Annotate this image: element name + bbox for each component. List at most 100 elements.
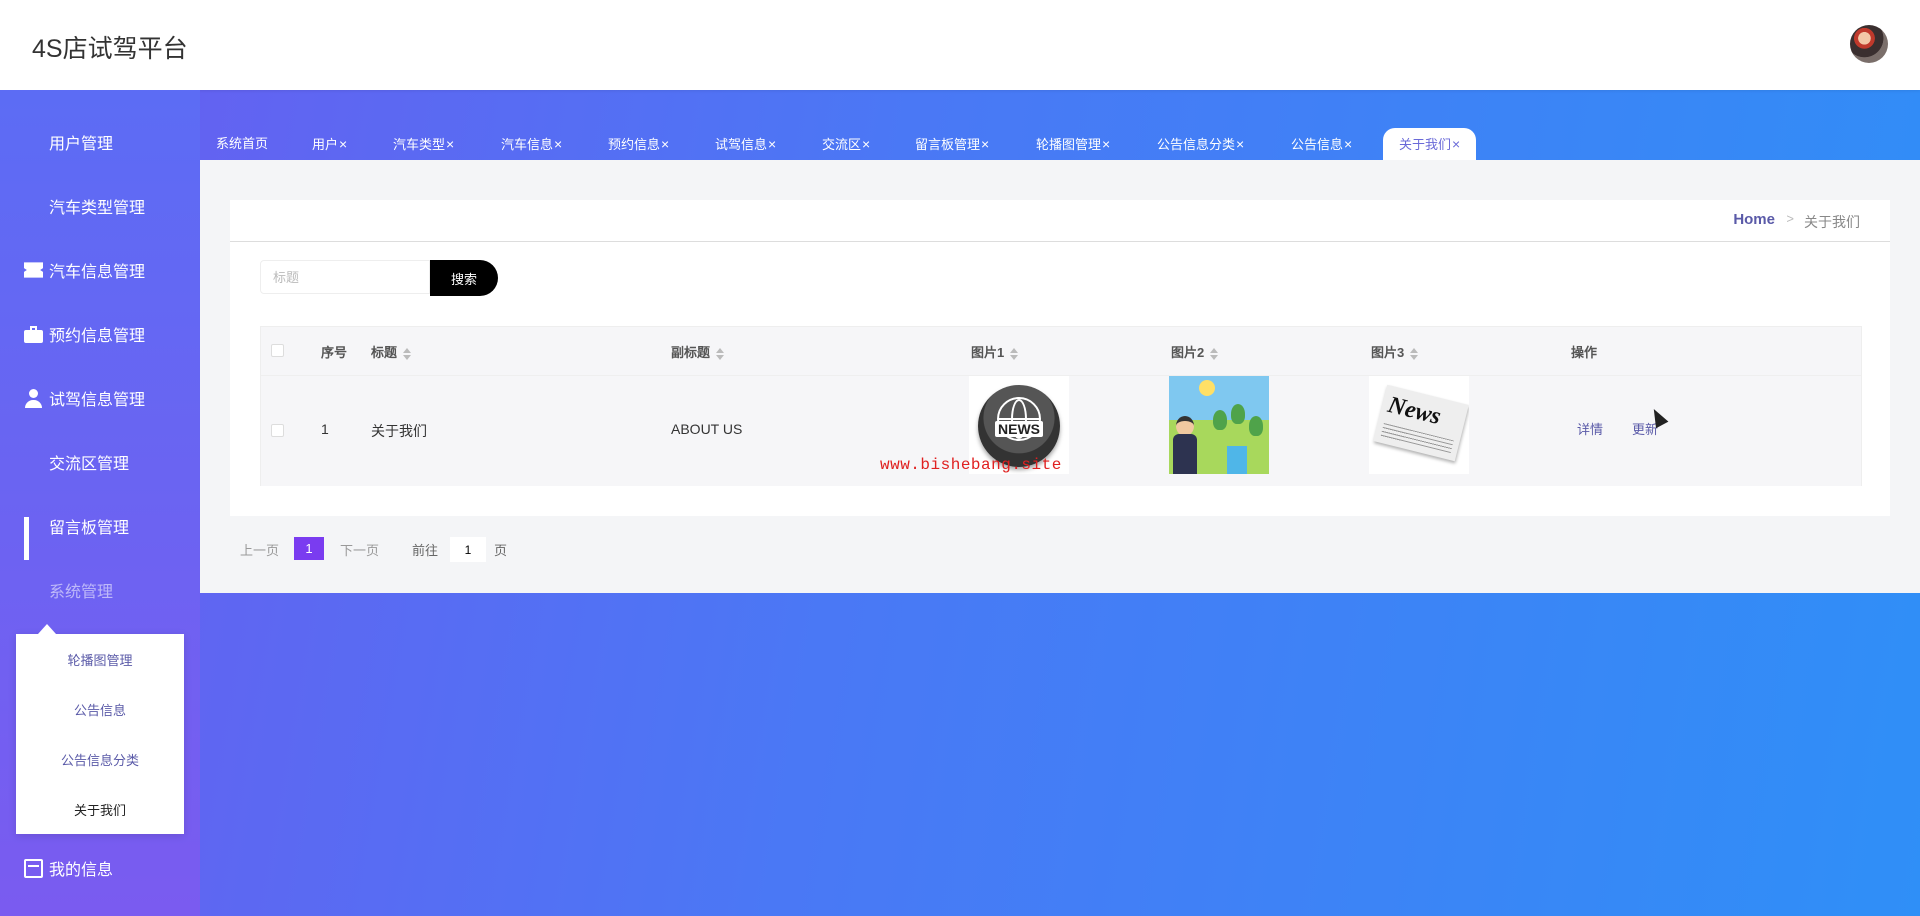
select-all-checkbox[interactable] bbox=[271, 344, 284, 357]
tab-car-types[interactable]: 汽车类型× bbox=[393, 128, 454, 160]
avatar[interactable] bbox=[1850, 25, 1888, 63]
header-label: 图片3 bbox=[1371, 345, 1405, 360]
breadcrumb: Home > 关于我们 bbox=[230, 200, 1890, 242]
top-header: 4S店试驾平台 bbox=[0, 0, 1920, 90]
header-label: 图片2 bbox=[1171, 345, 1205, 360]
tab-label: 关于我们 bbox=[1399, 137, 1452, 152]
close-icon[interactable]: × bbox=[1236, 136, 1244, 152]
briefcase-icon bbox=[24, 325, 43, 344]
header-label: 图片1 bbox=[971, 345, 1005, 360]
tab-message-board[interactable]: 留言板管理× bbox=[915, 128, 989, 160]
page-number-current[interactable]: 1 bbox=[294, 537, 324, 560]
sidebar-item-label: 预约信息管理 bbox=[49, 328, 146, 345]
tab-bookings[interactable]: 预约信息× bbox=[608, 128, 669, 160]
sort-icon[interactable] bbox=[716, 347, 725, 360]
submenu-item-carousel[interactable]: 轮播图管理 bbox=[16, 650, 184, 669]
tab-carousel[interactable]: 轮播图管理× bbox=[1036, 128, 1110, 160]
tab-label: 预约信息 bbox=[608, 137, 661, 152]
sort-icon[interactable] bbox=[1410, 347, 1419, 360]
sidebar-item-label: 汽车类型管理 bbox=[49, 200, 146, 217]
goto-page-input[interactable] bbox=[450, 537, 486, 562]
close-icon[interactable]: × bbox=[981, 136, 989, 152]
user-icon bbox=[24, 388, 43, 408]
ticket-icon bbox=[24, 262, 43, 278]
sidebar-item-forum-management[interactable]: 交流区管理 bbox=[24, 447, 129, 477]
tab-forum[interactable]: 交流区× bbox=[822, 128, 870, 160]
cartoon-park-image bbox=[1169, 376, 1269, 474]
tab-users[interactable]: 用户× bbox=[312, 128, 347, 160]
close-icon[interactable]: × bbox=[446, 136, 454, 152]
sort-icon[interactable] bbox=[403, 347, 412, 360]
sidebar-item-label: 交流区管理 bbox=[49, 456, 130, 473]
column-header-image2[interactable]: 图片2 bbox=[1171, 342, 1219, 361]
close-icon[interactable]: × bbox=[1452, 136, 1460, 152]
detail-link[interactable]: 详情 bbox=[1577, 419, 1603, 438]
tab-label: 交流区 bbox=[822, 137, 862, 152]
cell-title: 关于我们 bbox=[371, 423, 427, 439]
tab-test-drives[interactable]: 试驾信息× bbox=[715, 128, 776, 160]
submenu-item-announcement-category[interactable]: 公告信息分类 bbox=[16, 750, 184, 769]
search-button[interactable]: 搜索 bbox=[430, 260, 498, 296]
sort-icon[interactable] bbox=[1210, 347, 1219, 360]
sidebar-item-test-drive-management[interactable]: 试驾信息管理 bbox=[24, 383, 145, 413]
close-icon[interactable]: × bbox=[339, 136, 347, 152]
sidebar-item-label: 系统管理 bbox=[49, 584, 114, 601]
tab-car-info[interactable]: 汽车信息× bbox=[501, 128, 562, 160]
sidebar-item-booking-management[interactable]: 预约信息管理 bbox=[24, 319, 145, 349]
close-icon[interactable]: × bbox=[862, 136, 870, 152]
newspaper-image: News bbox=[1369, 376, 1469, 474]
close-icon[interactable]: × bbox=[768, 136, 776, 152]
card-icon bbox=[24, 858, 43, 878]
column-header-image1[interactable]: 图片1 bbox=[971, 342, 1019, 361]
prev-page-button[interactable]: 上一页 bbox=[240, 540, 279, 559]
watermark: www.bishebang.site bbox=[880, 456, 1062, 474]
next-page-button[interactable]: 下一页 bbox=[340, 540, 379, 559]
header-label: 标题 bbox=[371, 345, 398, 360]
search-input[interactable] bbox=[260, 260, 430, 294]
close-icon[interactable]: × bbox=[661, 136, 669, 152]
tab-label: 用户 bbox=[312, 137, 339, 152]
tab-home[interactable]: 系统首页 bbox=[216, 128, 268, 160]
grid-icon bbox=[24, 453, 43, 472]
column-header-subtitle[interactable]: 副标题 bbox=[671, 342, 725, 361]
tab-label: 试驾信息 bbox=[715, 137, 768, 152]
breadcrumb-current: 关于我们 bbox=[1804, 214, 1860, 230]
system-submenu: 轮播图管理 公告信息 公告信息分类 关于我们 bbox=[16, 624, 184, 834]
app-title: 4S店试驾平台 bbox=[32, 35, 188, 63]
goto-label: 前往 bbox=[412, 543, 439, 558]
sidebar-item-car-type-management[interactable]: 汽车类型管理 bbox=[24, 191, 145, 221]
submenu-item-announcement[interactable]: 公告信息 bbox=[16, 700, 184, 719]
close-icon[interactable]: × bbox=[1344, 136, 1352, 152]
column-header-index: 序号 bbox=[321, 345, 348, 360]
close-icon[interactable]: × bbox=[554, 136, 562, 152]
sidebar-item-my-info[interactable]: 我的信息 bbox=[24, 853, 113, 883]
close-icon[interactable]: × bbox=[1102, 136, 1110, 152]
tab-label: 公告信息分类 bbox=[1157, 137, 1236, 152]
tab-label: 汽车信息 bbox=[501, 137, 554, 152]
header-label: 副标题 bbox=[671, 345, 711, 360]
tab-announcement-category[interactable]: 公告信息分类× bbox=[1157, 128, 1244, 160]
cell-index: 1 bbox=[321, 421, 329, 437]
grid-icon bbox=[24, 133, 43, 152]
tab-announcement[interactable]: 公告信息× bbox=[1291, 128, 1352, 160]
globe-icon: NEWS bbox=[978, 385, 1060, 467]
sidebar-item-message-board-management[interactable]: 留言板管理 bbox=[24, 511, 129, 560]
column-header-image3[interactable]: 图片3 bbox=[1371, 342, 1419, 361]
grid-icon bbox=[24, 581, 43, 600]
breadcrumb-home[interactable]: Home bbox=[1733, 211, 1775, 228]
tab-label: 轮播图管理 bbox=[1036, 137, 1102, 152]
submenu-item-about-us[interactable]: 关于我们 bbox=[16, 800, 184, 819]
tab-label: 系统首页 bbox=[216, 136, 269, 151]
sidebar-item-label: 我的信息 bbox=[49, 862, 114, 879]
sidebar-item-system-management[interactable]: 系统管理 bbox=[24, 575, 113, 605]
sidebar-item-car-info-management[interactable]: 汽车信息管理 bbox=[24, 255, 145, 285]
tab-about-us[interactable]: 关于我们× bbox=[1383, 128, 1477, 160]
sidebar-item-user-management[interactable]: 用户管理 bbox=[24, 127, 113, 157]
sidebar-item-label: 试驾信息管理 bbox=[49, 392, 146, 409]
cell-subtitle: ABOUT US bbox=[671, 421, 743, 437]
bar-chart-icon bbox=[24, 516, 43, 560]
sort-icon[interactable] bbox=[1010, 347, 1019, 360]
grid-icon bbox=[24, 197, 43, 216]
row-checkbox[interactable] bbox=[271, 424, 284, 437]
column-header-title[interactable]: 标题 bbox=[371, 342, 412, 361]
